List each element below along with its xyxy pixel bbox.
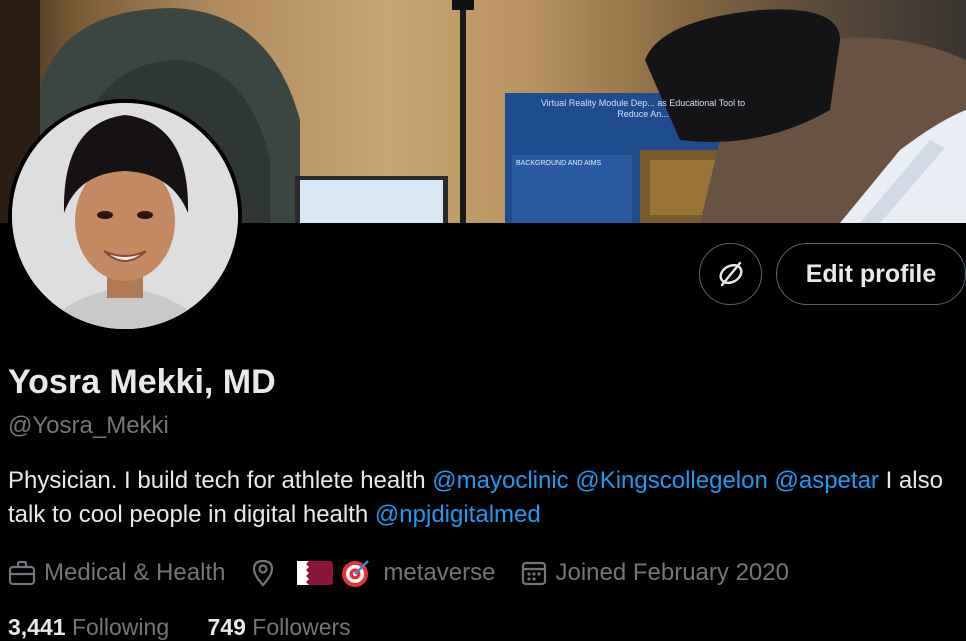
mention-link[interactable]: @npjdigitalmed xyxy=(375,501,541,528)
mention-link[interactable]: @aspetar xyxy=(775,467,879,494)
professional-tools-button[interactable] xyxy=(699,243,762,305)
follow-stats: 3,441 Following 749 Followers xyxy=(8,614,383,641)
profile-meta: Medical & Health metaverse Joined Februa… xyxy=(8,556,815,590)
bio-text: Physician. I build tech for athlete heal… xyxy=(8,467,433,494)
briefcase-icon xyxy=(8,560,36,586)
username: @Yosra_Mekki xyxy=(8,412,169,439)
display-name: Yosra Mekki, MD xyxy=(8,363,276,401)
followers-count: 749 xyxy=(207,614,246,640)
category-item: Medical & Health xyxy=(8,559,225,587)
following-count: 3,441 xyxy=(8,614,66,640)
location-label: metaverse xyxy=(383,559,496,586)
followers-link[interactable]: 749 Followers xyxy=(208,614,351,640)
bio: Physician. I build tech for athlete heal… xyxy=(8,464,966,532)
avatar[interactable] xyxy=(8,99,242,333)
edit-profile-button[interactable]: Edit profile xyxy=(776,243,966,305)
unlink-icon xyxy=(718,261,743,287)
joined-label: Joined February 2020 xyxy=(555,559,789,586)
target-icon xyxy=(342,560,370,587)
joined-item: Joined February 2020 xyxy=(521,559,789,587)
location-pin-icon xyxy=(253,559,274,587)
category-label: Medical & Health xyxy=(44,559,226,586)
mention-link[interactable]: @Kingscollegelon xyxy=(575,467,767,494)
mention-link[interactable]: @mayoclinic xyxy=(432,467,568,494)
poster-title: Virtual Reality Module Dep... as Educati… xyxy=(540,98,746,119)
calendar-icon xyxy=(522,561,547,586)
poster-section: BACKGROUND AND AIMS xyxy=(516,160,602,167)
location-item: metaverse xyxy=(251,558,495,588)
following-label: Following xyxy=(71,614,170,640)
qatar-flag-icon xyxy=(297,561,334,585)
followers-label: Followers xyxy=(252,614,351,640)
avatar-image xyxy=(12,103,238,329)
following-link[interactable]: 3,441 Following xyxy=(8,614,169,640)
